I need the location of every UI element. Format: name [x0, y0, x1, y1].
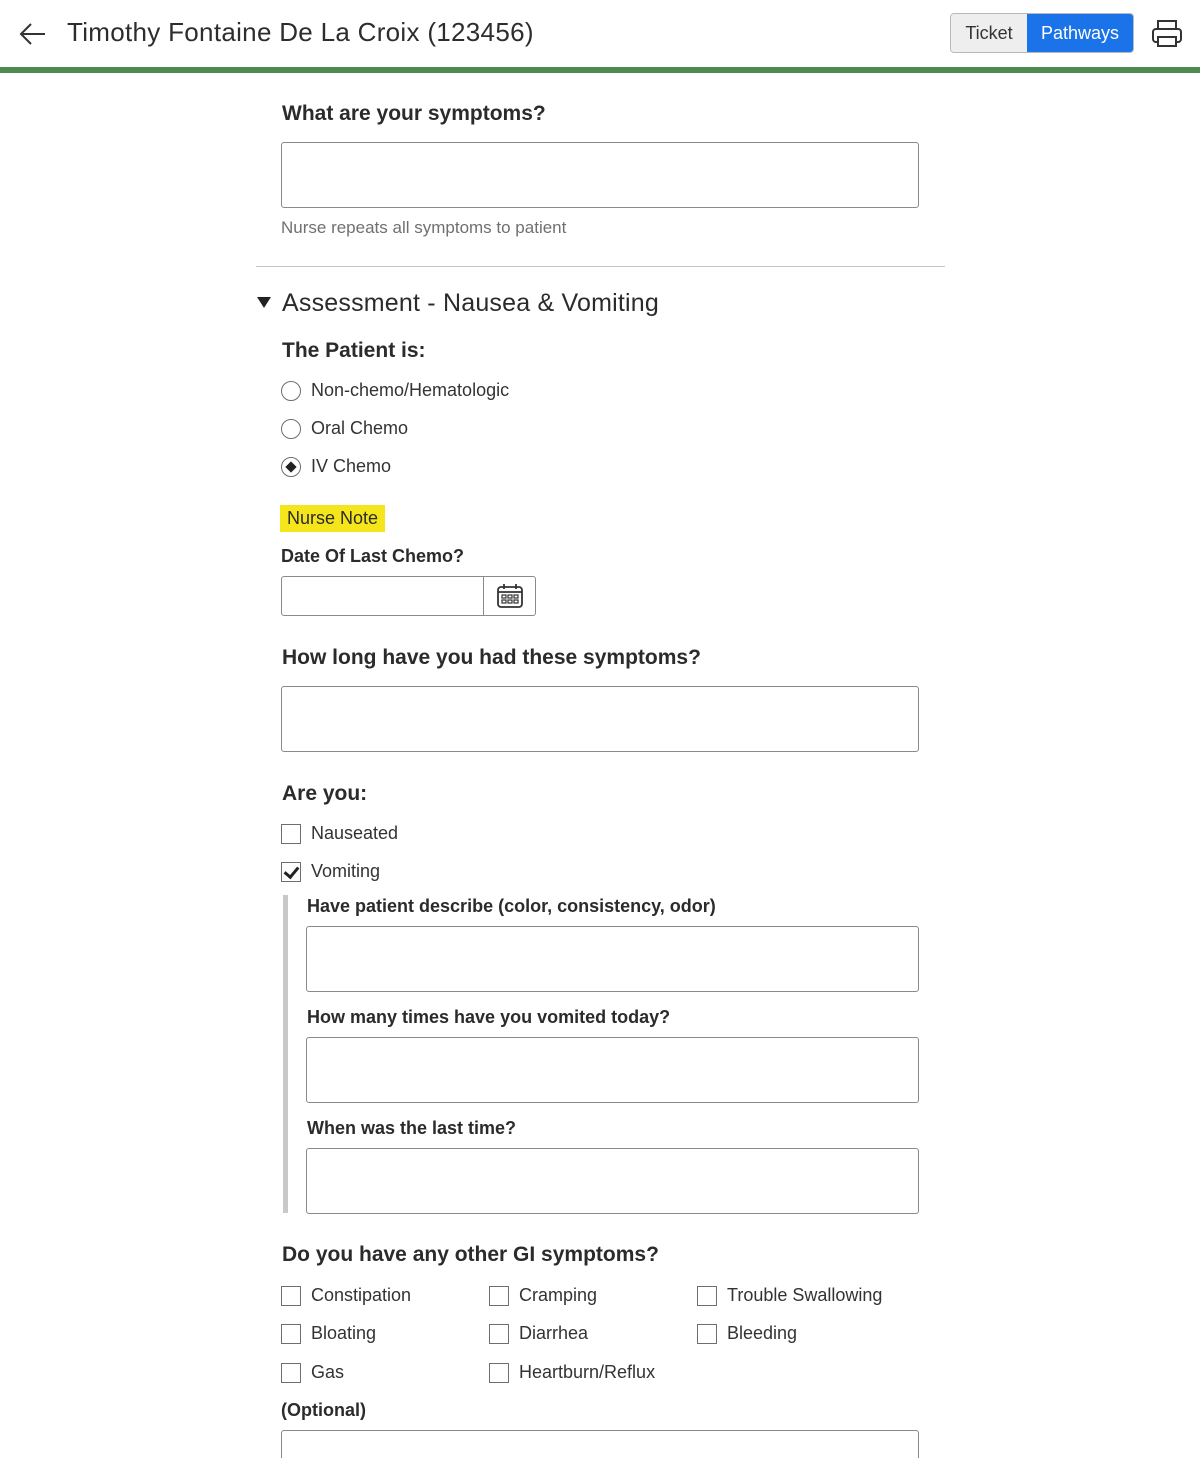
checkbox-checked[interactable] — [281, 861, 301, 882]
tab-pathways[interactable]: Pathways — [1027, 14, 1133, 52]
checkbox-gas[interactable]: Gas — [281, 1362, 344, 1383]
radio-button[interactable] — [281, 380, 301, 401]
section-title[interactable]: Assessment - Nausea & Vomiting — [282, 289, 659, 318]
patient-question: The Patient is: — [282, 339, 426, 362]
checkbox-label: Bloating — [311, 1323, 377, 1343]
symptoms-question: What are your symptoms? — [282, 102, 546, 125]
collapse-caret-icon[interactable] — [257, 297, 271, 308]
checkbox[interactable] — [489, 1285, 509, 1306]
checkbox-label: Gas — [311, 1362, 345, 1382]
checkbox[interactable] — [281, 1323, 301, 1344]
section-divider — [256, 266, 945, 267]
followup-indent-rule — [283, 895, 288, 1213]
checkbox[interactable] — [281, 1362, 301, 1383]
checkbox-constipation[interactable]: Constipation — [281, 1285, 411, 1306]
vomit-count-input[interactable] — [306, 1037, 919, 1103]
checkbox-label: Vomiting — [311, 861, 381, 881]
checkbox-nauseated[interactable]: Nauseated — [281, 823, 398, 844]
checkbox[interactable] — [697, 1285, 717, 1306]
radio-iv-chemo[interactable]: IV Chemo — [281, 456, 391, 477]
checkbox-label: Bleeding — [727, 1323, 798, 1343]
checkbox-label: Nauseated — [311, 823, 399, 843]
header-accent-bar — [0, 67, 1200, 73]
checkbox[interactable] — [281, 1285, 301, 1306]
tab-ticket[interactable]: Ticket — [951, 14, 1027, 52]
view-toggle: Ticket Pathways — [950, 13, 1134, 53]
radio-button[interactable] — [281, 418, 301, 439]
app-header: Timothy Fontaine De La Croix (123456) Ti… — [0, 0, 1200, 68]
checkbox-bloating[interactable]: Bloating — [281, 1323, 376, 1344]
print-icon[interactable] — [1150, 18, 1184, 50]
checkbox-label: Trouble Swallowing — [727, 1285, 883, 1305]
checkbox-vomiting[interactable]: Vomiting — [281, 861, 380, 882]
checkbox-trouble-swallowing[interactable]: Trouble Swallowing — [697, 1285, 882, 1306]
last-chemo-date-field — [281, 576, 536, 616]
duration-input[interactable] — [281, 686, 919, 752]
checkbox[interactable] — [281, 823, 301, 844]
radio-label: Oral Chemo — [311, 418, 409, 438]
checkbox-label: Cramping — [519, 1285, 598, 1305]
checkbox[interactable] — [697, 1323, 717, 1344]
checkbox-label: Diarrhea — [519, 1323, 589, 1343]
page-title: Timothy Fontaine De La Croix (123456) — [67, 17, 534, 47]
back-arrow-icon[interactable] — [18, 20, 48, 48]
radio-label: IV Chemo — [311, 456, 392, 476]
describe-input[interactable] — [306, 926, 919, 992]
last-chemo-date-input[interactable] — [282, 577, 484, 615]
radio-label: Non-chemo/Hematologic — [311, 380, 510, 400]
checkbox-diarrhea[interactable]: Diarrhea — [489, 1323, 588, 1344]
nurse-note-badge: Nurse Note — [280, 505, 386, 532]
gi-question: Do you have any other GI symptoms? — [282, 1243, 659, 1266]
last-time-label: When was the last time? — [307, 1118, 517, 1138]
describe-label: Have patient describe (color, consistenc… — [307, 896, 716, 916]
are-you-question: Are you: — [282, 782, 368, 805]
radio-non-chemo[interactable]: Non-chemo/Hematologic — [281, 380, 509, 401]
checkbox[interactable] — [489, 1323, 509, 1344]
vomit-count-label: How many times have you vomited today? — [307, 1007, 671, 1027]
symptoms-input[interactable] — [281, 142, 919, 208]
checkbox-cramping[interactable]: Cramping — [489, 1285, 597, 1306]
symptoms-hint: Nurse repeats all symptoms to patient — [281, 218, 567, 237]
duration-question: How long have you had these symptoms? — [282, 646, 701, 669]
radio-button-selected[interactable] — [281, 456, 301, 477]
last-time-input[interactable] — [306, 1148, 919, 1214]
checkbox-heartburn-reflux[interactable]: Heartburn/Reflux — [489, 1362, 655, 1383]
checkbox-label: Heartburn/Reflux — [519, 1362, 656, 1382]
optional-label: (Optional) — [281, 1400, 366, 1420]
calendar-icon[interactable] — [484, 577, 535, 615]
checkbox-bleeding[interactable]: Bleeding — [697, 1323, 797, 1344]
radio-oral-chemo[interactable]: Oral Chemo — [281, 418, 408, 439]
checkbox-label: Constipation — [311, 1285, 412, 1305]
optional-input[interactable] — [281, 1430, 919, 1458]
last-chemo-label: Date Of Last Chemo? — [281, 546, 465, 566]
checkbox[interactable] — [489, 1362, 509, 1383]
